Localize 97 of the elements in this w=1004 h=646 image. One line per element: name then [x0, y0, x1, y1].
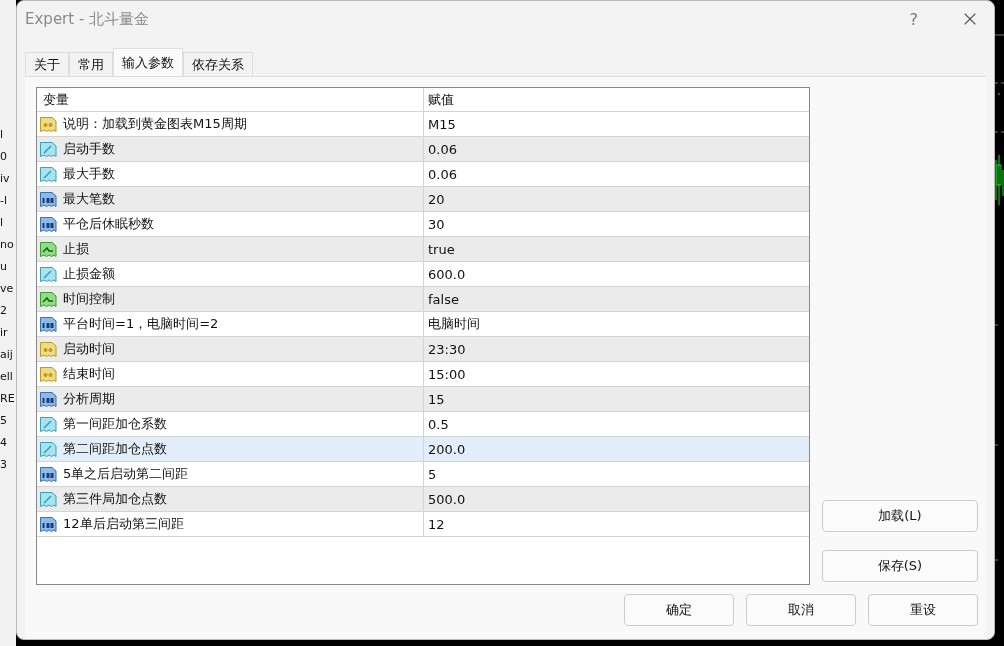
- background-text: l: [0, 127, 5, 143]
- background-text: l: [0, 215, 5, 231]
- parameter-name: 最大手数: [63, 165, 115, 183]
- parameter-value: 0.06: [428, 141, 457, 157]
- table-row[interactable]: 最大笔数 20: [37, 187, 809, 212]
- parameter-name: 12单后启动第三间距: [63, 515, 184, 533]
- tab[interactable]: 输入参数: [113, 48, 183, 76]
- int-type-icon: [39, 464, 58, 484]
- table-row[interactable]: 平仓后休眠秒数 30: [37, 212, 809, 237]
- parameter-value: 电脑时间: [428, 315, 480, 333]
- parameter-name: 结束时间: [63, 365, 115, 383]
- parameter-value: 15: [428, 391, 445, 407]
- int-type-icon: [39, 214, 58, 234]
- bool-type-icon: [39, 289, 58, 309]
- background-text: no: [0, 237, 15, 253]
- table-row[interactable]: 分析周期 15: [37, 387, 809, 412]
- double-type-icon: [39, 264, 58, 284]
- int-type-icon: [39, 514, 58, 534]
- background-text: ell: [0, 369, 14, 385]
- parameter-name: 启动时间: [63, 340, 115, 358]
- string-type-icon: [39, 339, 58, 359]
- column-header: 赋值: [428, 90, 454, 109]
- double-type-icon: [39, 439, 58, 459]
- cancel-button[interactable]: 取消: [746, 594, 856, 626]
- background-text: 3: [0, 457, 8, 473]
- reset-button[interactable]: 重设: [868, 594, 978, 626]
- parameter-value: 20: [428, 191, 445, 207]
- parameter-value: 12: [428, 516, 445, 532]
- parameter-value: true: [428, 241, 455, 257]
- parameter-value: 5: [428, 466, 437, 482]
- parameter-value: false: [428, 291, 459, 307]
- help-button[interactable]: ?: [909, 9, 918, 29]
- parameter-name: 止损金额: [63, 265, 115, 283]
- ok-button[interactable]: 确定: [624, 594, 734, 626]
- parameter-value: 0.06: [428, 166, 457, 182]
- double-type-icon: [39, 414, 58, 434]
- parameter-name: 时间控制: [63, 290, 115, 308]
- int-type-icon: [39, 314, 58, 334]
- parameter-value: 30: [428, 216, 445, 232]
- parameter-value: 600.0: [428, 266, 466, 282]
- double-type-icon: [39, 139, 58, 159]
- parameter-name: 最大笔数: [63, 190, 115, 208]
- background-text: 2: [0, 303, 8, 319]
- tab[interactable]: 常用: [69, 52, 113, 76]
- parameter-name: 第一间距加仓系数: [63, 415, 167, 433]
- column-header: 变量: [42, 90, 69, 109]
- parameter-name: 启动手数: [63, 140, 115, 158]
- parameter-name: 平仓后休眠秒数: [63, 215, 154, 233]
- table-row[interactable]: 止损金额 600.0: [37, 262, 809, 287]
- table-row[interactable]: 12单后启动第三间距 12: [37, 512, 809, 537]
- parameter-value: 23:30: [428, 341, 466, 357]
- parameter-name: 止损: [63, 240, 89, 258]
- tab[interactable]: 依存关系: [183, 52, 253, 76]
- background-text: 4: [0, 435, 8, 451]
- parameter-value: 0.5: [428, 416, 449, 432]
- parameter-name: 分析周期: [63, 390, 115, 408]
- table-row[interactable]: 5单之后启动第二间距 5: [37, 462, 809, 487]
- parameter-name: 平台时间=1，电脑时间=2: [63, 315, 219, 333]
- tab[interactable]: 关于: [25, 52, 69, 76]
- window-title: Expert - 北斗量金: [25, 9, 151, 29]
- table-row[interactable]: 止损 true: [37, 237, 809, 262]
- table-row[interactable]: 说明：加载到黄金图表M15周期 M15: [37, 112, 809, 137]
- parameter-value: 500.0: [428, 491, 466, 507]
- parameter-name: 第三件局加仓点数: [63, 490, 167, 508]
- string-type-icon: [39, 364, 58, 384]
- bool-type-icon: [39, 239, 58, 259]
- parameter-name: 5单之后启动第二间距: [63, 465, 189, 483]
- save-button[interactable]: 保存(S): [822, 550, 978, 582]
- parameter-value: 15:00: [428, 366, 466, 382]
- string-type-icon: [39, 114, 58, 134]
- background-text: iv: [0, 171, 11, 187]
- double-type-icon: [39, 164, 58, 184]
- parameter-name: 说明：加载到黄金图表M15周期: [63, 115, 247, 133]
- table-row[interactable]: 启动手数 0.06: [37, 137, 809, 162]
- load-button[interactable]: 加载(L): [822, 500, 978, 532]
- background-text: aij: [0, 347, 14, 363]
- background-text: ve: [0, 281, 15, 297]
- background-text: u: [0, 259, 8, 275]
- table-row[interactable]: 结束时间 15:00: [37, 362, 809, 387]
- table-row[interactable]: 启动时间 23:30: [37, 337, 809, 362]
- table-row[interactable]: 平台时间=1，电脑时间=2 电脑时间: [37, 312, 809, 337]
- background-text: 5: [0, 413, 8, 429]
- background-text: -l: [0, 193, 9, 209]
- int-type-icon: [39, 389, 58, 409]
- table-row[interactable]: 第一间距加仓系数 0.5: [37, 412, 809, 437]
- parameter-name: 第二间距加仓点数: [63, 440, 167, 458]
- table-row[interactable]: 第二间距加仓点数 200.0: [37, 437, 809, 462]
- table-row[interactable]: 最大手数 0.06: [37, 162, 809, 187]
- background-text: 0: [0, 149, 8, 165]
- parameter-value: M15: [428, 116, 456, 132]
- table-row[interactable]: 时间控制 false: [37, 287, 809, 312]
- table-row[interactable]: 第三件局加仓点数 500.0: [37, 487, 809, 512]
- double-type-icon: [39, 489, 58, 509]
- parameter-value: 200.0: [428, 441, 466, 457]
- background-text: RE: [0, 391, 16, 407]
- background-text: ir: [0, 325, 9, 341]
- int-type-icon: [39, 189, 58, 209]
